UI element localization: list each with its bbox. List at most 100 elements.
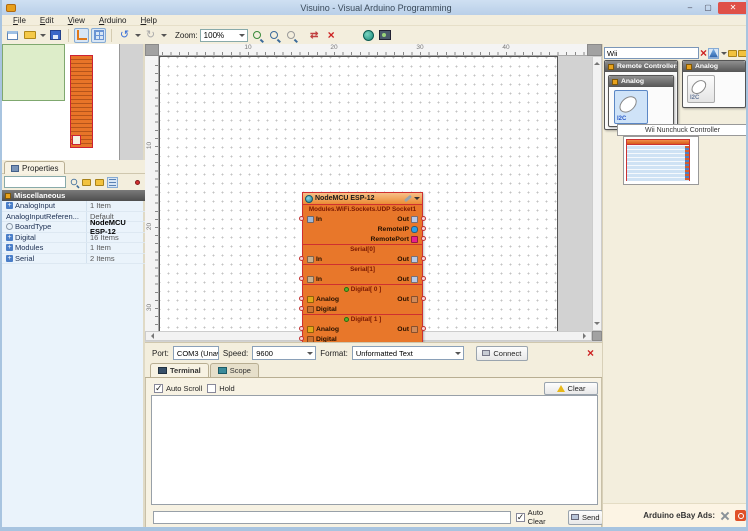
pin-remoteport[interactable]: RemotePort [370,235,418,243]
overview-minimap[interactable] [2,44,145,160]
screenshot-button[interactable] [378,28,393,43]
property-group-header[interactable]: Miscellaneous [2,190,145,201]
format-select[interactable]: Unformatted Text [351,346,464,360]
property-row[interactable]: BoardType NodeMCU ESP-12 [2,218,145,236]
nodemcu-component[interactable]: NodeMCU ESP-12 Modules.WiFi.Sockets.UDP … [299,192,426,342]
minimap-viewport[interactable] [2,44,65,101]
pin-connector[interactable] [299,216,304,221]
pin-remoteip[interactable]: RemoteIP [378,225,418,233]
pin-analog[interactable]: Analog [307,325,339,333]
property-value[interactable]: 16 Items [87,233,145,242]
auto-clear-box[interactable] [515,512,525,523]
new-project-button[interactable] [5,28,20,43]
auto-scroll-box[interactable] [154,383,163,394]
scroll-up-icon[interactable] [594,59,600,65]
redo-dropdown-arrow[interactable] [161,33,167,37]
palette-expand-button[interactable] [728,48,738,59]
property-row[interactable]: + AnalogInput 1 Item [2,201,145,212]
subcategory-analog[interactable]: Analog I2C [608,75,674,127]
wrench-icon[interactable] [403,194,413,203]
save-project-button[interactable] [48,28,63,43]
open-dropdown-arrow[interactable] [40,33,46,37]
category-remote-controllers[interactable]: Remote Controllers Analog I2C [604,60,678,130]
pin-connector[interactable] [299,326,304,331]
close-panel-icon[interactable]: × [587,347,594,359]
wii-nunchuck-item-gray[interactable]: I2C [687,75,715,103]
route-wires-toggle[interactable] [74,27,89,43]
tab-scope[interactable]: Scope [209,363,259,377]
pin-in[interactable]: In [307,275,322,283]
pin-out[interactable]: Out [397,255,418,263]
pin-out[interactable]: Out [397,215,418,223]
collapse-all-button[interactable] [94,177,105,188]
property-value[interactable]: 2 Items [87,254,145,263]
wizard-dropdown-arrow[interactable] [721,51,728,55]
zoom-in-button[interactable] [250,28,265,43]
show-grid-toggle[interactable] [91,27,106,43]
property-value[interactable]: 1 Item [87,201,145,210]
connect-button[interactable]: Connect [475,345,528,361]
wii-nunchuck-item[interactable]: I2C [614,90,648,124]
pin-connector[interactable] [299,306,304,311]
undo-dropdown-arrow[interactable] [135,33,141,37]
pin-connector[interactable] [421,326,426,331]
properties-filter-input[interactable] [4,176,66,188]
property-row[interactable]: + Digital 16 Items [2,232,145,243]
pin-connector[interactable] [299,276,304,281]
open-project-button[interactable] [22,28,37,43]
pin-connector[interactable] [299,256,304,261]
pin-in[interactable]: In [307,215,322,223]
filter-button[interactable] [68,177,79,188]
category-header[interactable]: Remote Controllers [605,61,677,72]
scroll-right-icon[interactable] [583,333,589,339]
category-header[interactable]: Analog [683,61,745,72]
tab-properties[interactable]: Properties [4,161,66,174]
expand-icon[interactable]: + [6,254,13,262]
item-preview[interactable] [623,136,699,185]
delete-button[interactable]: × [324,28,339,43]
tab-terminal[interactable]: Terminal [150,363,209,377]
subcategory-header[interactable]: Analog [609,76,673,87]
hold-box[interactable] [207,383,217,393]
undo-button[interactable]: ↺ [117,28,132,43]
auto-clear-checkbox[interactable]: Auto Clear [515,508,563,526]
pin-digital[interactable]: Digital [307,305,337,313]
send-button[interactable]: Send [567,509,603,525]
speed-select[interactable]: 9600 [252,346,317,360]
port-select[interactable]: COM3 (Unav [172,346,219,360]
send-input[interactable] [153,510,511,524]
zoom-fit-button[interactable] [284,28,299,43]
refresh-button[interactable]: ⇄ [307,28,322,43]
pin-out[interactable]: Out [397,295,418,303]
pin-connector[interactable] [421,256,426,261]
menu-arduino[interactable]: Arduino [92,16,134,25]
redo-button[interactable]: ↻ [143,28,158,43]
palette-collapse-button[interactable] [738,48,746,59]
canvas-vertical-scrollbar[interactable] [592,56,602,331]
palette-search-input[interactable] [604,47,699,59]
scroll-left-icon[interactable] [148,333,154,339]
menu-file[interactable]: File [6,16,33,25]
component-menu-arrow[interactable] [414,197,420,200]
menu-help[interactable]: Help [134,16,164,25]
web-button[interactable] [361,28,376,43]
clear-button[interactable]: Clear [544,382,598,395]
property-row[interactable]: + Modules 1 Item [2,243,145,254]
property-row[interactable]: + Serial 2 Items [2,253,145,264]
wizard-filter-button[interactable] [708,47,720,59]
pin-out[interactable]: Out [397,325,418,333]
pin-connector[interactable] [421,236,426,241]
zoom-select[interactable]: 100% [199,28,248,42]
hold-checkbox[interactable]: Hold [207,383,235,393]
zoom-out-button[interactable] [267,28,282,43]
terminal-output[interactable] [151,395,598,505]
expand-icon[interactable]: + [6,244,13,252]
pin-connector[interactable] [421,276,426,281]
menu-view[interactable]: View [61,16,92,25]
pin-connector[interactable] [299,296,304,301]
ebay-icon[interactable] [735,510,746,521]
property-value[interactable]: 1 Item [87,243,145,252]
expand-icon[interactable]: + [6,233,13,241]
pin-out[interactable]: Out [397,275,418,283]
ads-settings-icon[interactable] [720,511,730,521]
